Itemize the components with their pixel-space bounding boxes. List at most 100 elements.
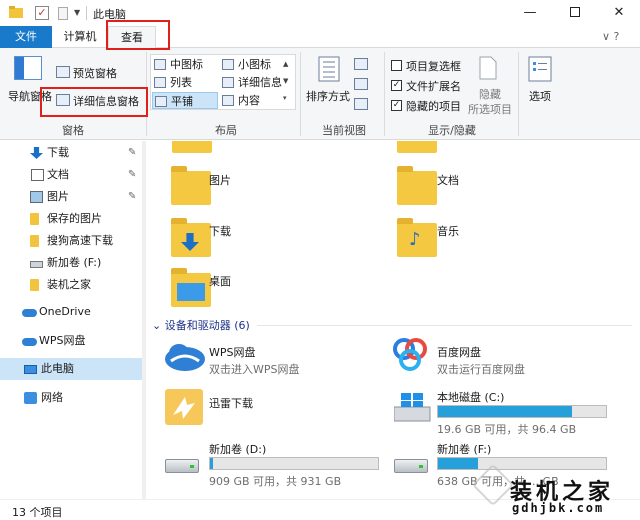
drive-f-icon[interactable] xyxy=(394,459,428,473)
new-folder-icon[interactable] xyxy=(58,7,68,20)
pin-icon[interactable]: ✎ xyxy=(128,164,136,186)
details-pane-highlight xyxy=(40,87,148,117)
folder-downloads-label[interactable]: 下载 xyxy=(209,223,231,239)
panes-group-label: 窗格 xyxy=(62,124,84,137)
item-checkboxes-checkbox[interactable] xyxy=(391,60,402,71)
view-tab-highlight xyxy=(106,20,170,50)
show-hide-group-label: 显示/隐藏 xyxy=(428,124,476,137)
folder-desktop-label[interactable]: 桌面 xyxy=(209,273,231,289)
layout-small-icons[interactable]: 小图标 xyxy=(220,56,288,73)
sidebar-item-this-pc[interactable]: 此电脑 xyxy=(0,358,146,380)
tab-file[interactable]: 文件 xyxy=(0,26,52,48)
music-note-icon: ♪ xyxy=(409,229,421,250)
device-xunlei-name[interactable]: 迅雷下载 xyxy=(209,395,253,411)
hidden-items-label[interactable]: 隐藏的项目 xyxy=(406,98,461,114)
group-divider xyxy=(518,52,519,136)
folder-pictures-label[interactable]: 图片 xyxy=(209,172,231,188)
pin-icon[interactable]: ✎ xyxy=(128,186,136,208)
drive-c-usage-fill xyxy=(438,406,573,417)
file-extensions-checkbox[interactable]: ✓ xyxy=(391,80,402,91)
navigation-pane: 下载 ✎ 文档 ✎ 图片 ✎ 保存的图片 搜狗高速下载 新加卷 (F:) 装机之… xyxy=(0,141,146,499)
sidebar-item-documents[interactable]: 文档 ✎ xyxy=(0,164,146,186)
drive-d-icon[interactable] xyxy=(165,459,199,473)
watermark-url: gdhjbk.com xyxy=(512,501,605,515)
drive-c-usage-bar xyxy=(437,405,607,418)
current-view-group-label: 当前视图 xyxy=(322,124,366,137)
sort-by-button[interactable]: 排序方式 xyxy=(306,88,350,104)
customize-toolbar-arrow-icon[interactable]: ▼ xyxy=(74,8,80,24)
download-icon xyxy=(30,147,43,159)
sidebar-item-drive-f[interactable]: 新加卷 (F:) xyxy=(0,252,146,274)
pictures-folder-icon[interactable] xyxy=(171,166,211,205)
sidebar-item-downloads[interactable]: 下载 ✎ xyxy=(0,142,146,164)
small-icons-icon xyxy=(222,59,234,70)
drive-f-usage-fill xyxy=(438,458,479,469)
videos-folder-icon[interactable] xyxy=(172,141,212,153)
documents-folder-icon[interactable] xyxy=(397,166,437,205)
devices-section-header[interactable]: ⌄ 设备和驱动器 (6) xyxy=(152,317,250,333)
folder-icon[interactable] xyxy=(8,5,24,21)
section-divider xyxy=(257,325,632,326)
file-extensions-label[interactable]: 文件扩展名 xyxy=(406,78,461,94)
preview-pane-button[interactable]: 预览窗格 xyxy=(73,65,117,81)
navigation-pane-scrollbar[interactable] xyxy=(142,141,146,499)
maximize-button[interactable] xyxy=(553,0,597,26)
navigation-pane-icon[interactable] xyxy=(14,56,42,80)
hide-selected-button-line2[interactable]: 所选项目 xyxy=(468,101,512,117)
sidebar-item-onedrive[interactable]: OneDrive xyxy=(0,301,146,323)
size-columns-icon[interactable] xyxy=(354,98,368,110)
add-columns-icon[interactable] xyxy=(354,78,368,90)
layout-scroll-arrows-icon[interactable]: ▲ ▼ ▾ xyxy=(283,56,288,107)
medium-icons-icon xyxy=(154,59,166,70)
music-folder-icon[interactable]: ♪ xyxy=(397,218,437,257)
properties-check-icon[interactable]: ✓ xyxy=(35,6,49,20)
sidebar-item-wps-cloud[interactable]: WPS网盘 xyxy=(0,330,146,352)
sidebar-item-zhuangjizhijia[interactable]: 装机之家 xyxy=(0,274,146,296)
drive-d-name[interactable]: 新加卷 (D:) xyxy=(209,441,266,457)
hide-selected-button-line1[interactable]: 隐藏 xyxy=(479,86,501,102)
ribbon-toggle-help-icons[interactable]: ∨ ? xyxy=(602,30,619,43)
preview-pane-icon xyxy=(56,66,70,78)
layout-list[interactable]: 列表 xyxy=(152,74,220,91)
layout-content[interactable]: 内容 xyxy=(220,92,288,109)
item-checkboxes-label[interactable]: 项目复选框 xyxy=(406,58,461,74)
drive-f-name[interactable]: 新加卷 (F:) xyxy=(437,441,491,457)
minimize-button[interactable]: — xyxy=(508,0,552,26)
downloads-folder-icon[interactable] xyxy=(171,218,211,257)
sidebar-item-saved-pictures[interactable]: 保存的图片 xyxy=(0,208,146,230)
desktop-folder-icon[interactable] xyxy=(171,268,211,307)
device-wps-sub: 双击进入WPS网盘 xyxy=(209,363,300,376)
layout-medium-icons[interactable]: 中图标 xyxy=(152,56,220,73)
drive-icon xyxy=(30,261,43,268)
pin-icon[interactable]: ✎ xyxy=(128,142,136,164)
wps-cloud-icon xyxy=(22,338,37,346)
baidu-netdisk-icon[interactable] xyxy=(390,337,430,376)
content-area: 图片 文档 下载 ♪ 音乐 桌面 ⌄ 设备和驱动器 (6) WPS网盘 双击进入… xyxy=(147,141,640,499)
drive-c-name[interactable]: 本地磁盘 (C:) xyxy=(437,389,504,405)
sidebar-item-sogou-downloads[interactable]: 搜狗高速下载 xyxy=(0,230,146,252)
list-icon xyxy=(154,77,166,88)
folder-music-label[interactable]: 音乐 xyxy=(437,223,459,239)
group-by-icon[interactable] xyxy=(354,58,368,70)
3d-objects-folder-icon[interactable] xyxy=(397,141,437,153)
folder-documents-label[interactable]: 文档 xyxy=(437,172,459,188)
drive-d-usage-fill xyxy=(210,458,214,469)
device-baidu-sub: 双击运行百度网盘 xyxy=(437,363,525,376)
close-button[interactable]: ✕ xyxy=(597,0,640,26)
drive-d-usage-bar xyxy=(209,457,379,470)
device-baidu-name[interactable]: 百度网盘 xyxy=(437,344,481,360)
windows-drive-icon[interactable] xyxy=(393,393,432,426)
title-separator xyxy=(86,6,87,20)
sort-by-icon xyxy=(318,56,340,85)
device-wps-name[interactable]: WPS网盘 xyxy=(209,344,256,360)
ribbon-tabs: 文件 计算机 查看 xyxy=(0,26,640,49)
xunlei-download-icon[interactable] xyxy=(165,389,203,425)
wps-cloud-icon[interactable] xyxy=(163,339,207,376)
hidden-items-checkbox[interactable]: ✓ xyxy=(391,100,402,111)
options-button[interactable]: 选项 xyxy=(529,88,551,104)
tab-computer[interactable]: 计算机 xyxy=(58,26,102,48)
sidebar-item-network[interactable]: 网络 xyxy=(0,387,146,409)
layout-details[interactable]: 详细信息 xyxy=(220,74,288,91)
layout-tiles[interactable]: 平铺 xyxy=(152,92,218,109)
sidebar-item-pictures[interactable]: 图片 ✎ xyxy=(0,186,146,208)
